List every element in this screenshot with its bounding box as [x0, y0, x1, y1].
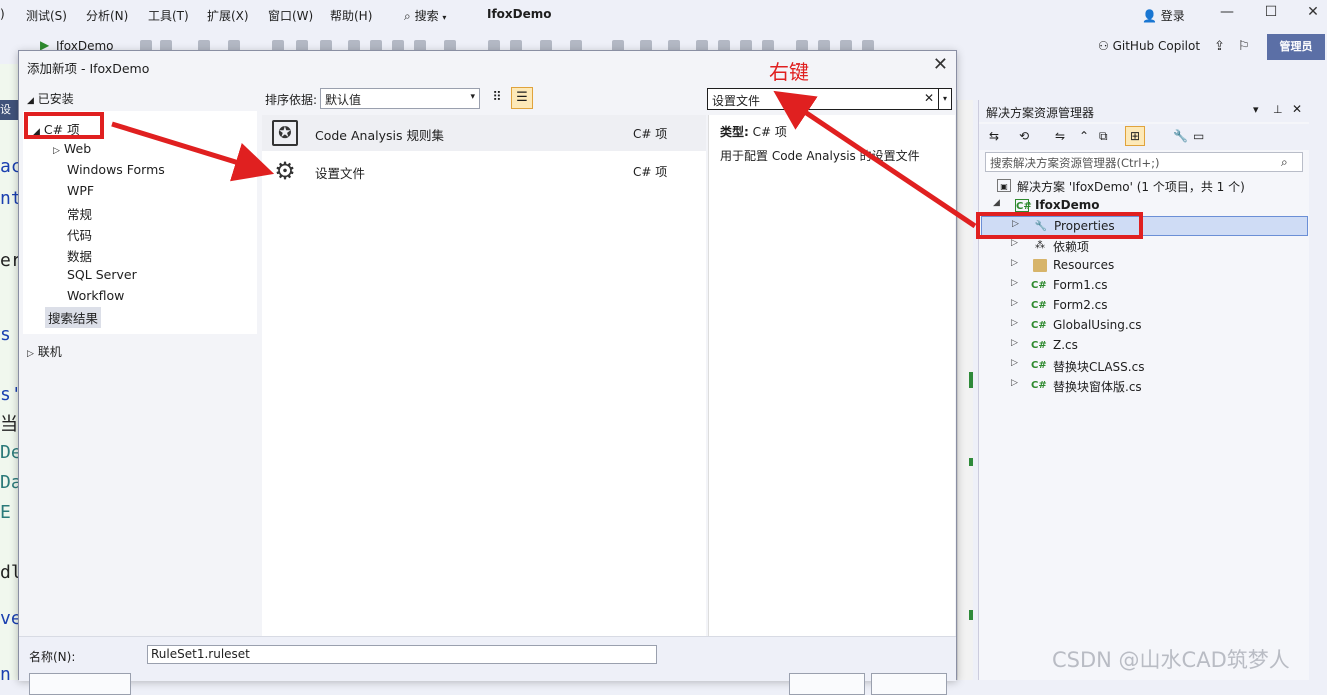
arrow-to-settings-item: [111, 121, 275, 182]
watermark: CSDN @山水CAD筑梦人: [1052, 648, 1290, 672]
arrow-to-search-box: [773, 90, 977, 229]
annotation-arrows: [111, 90, 977, 229]
